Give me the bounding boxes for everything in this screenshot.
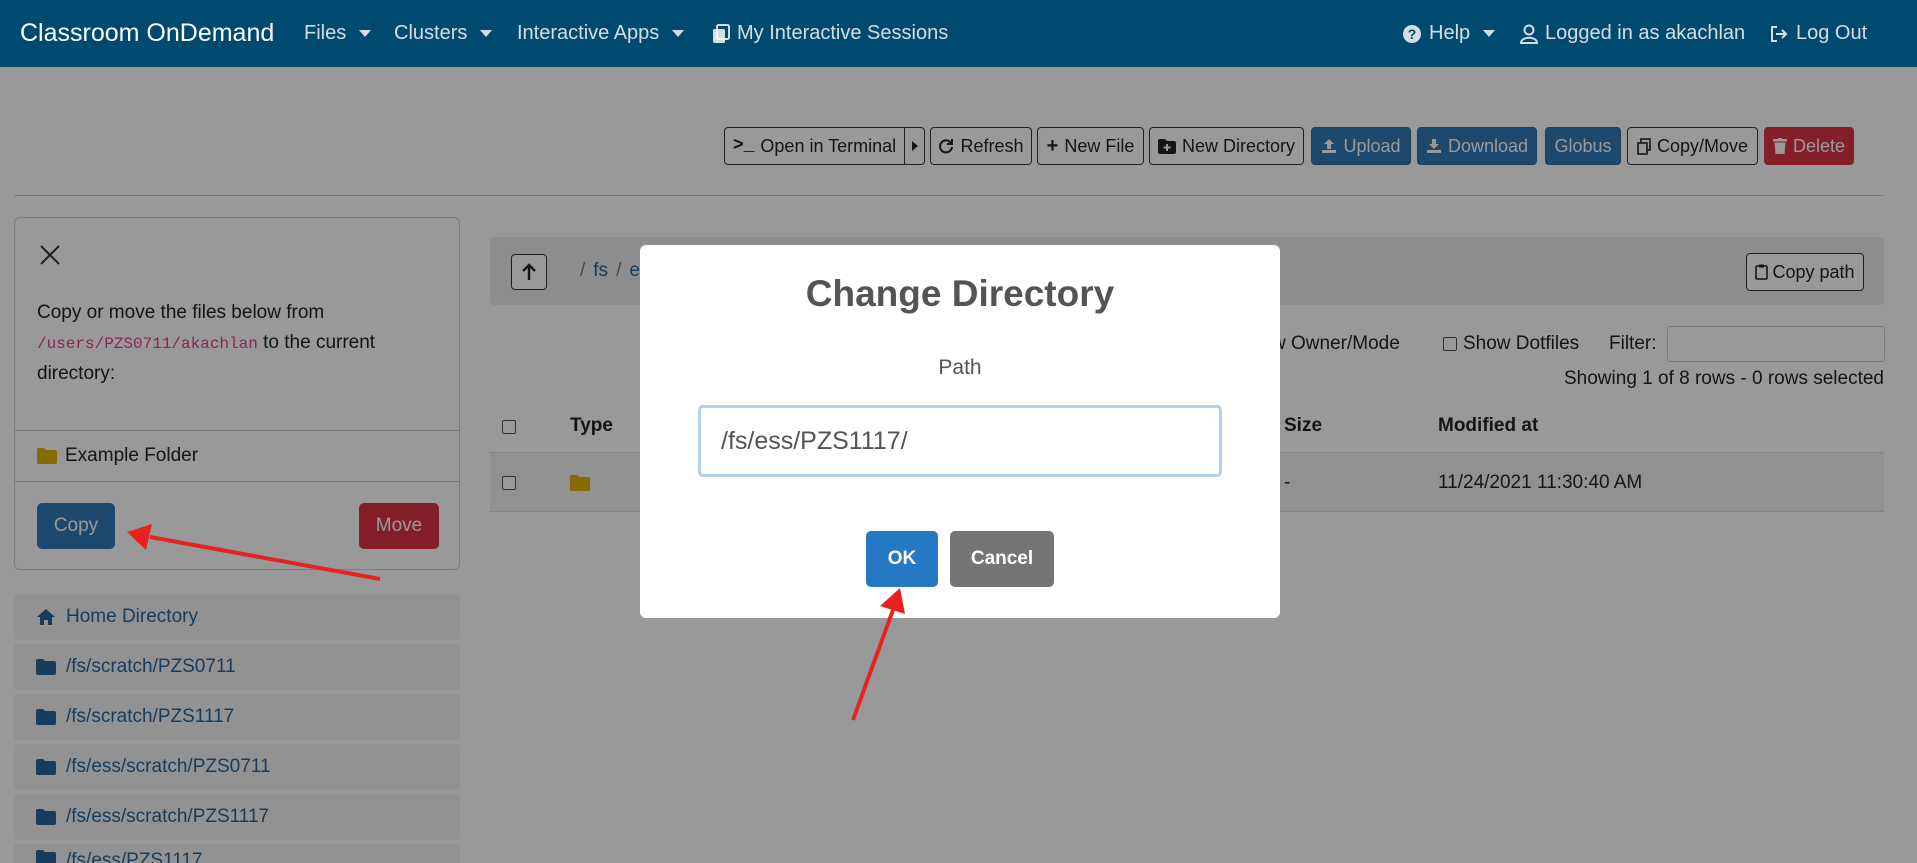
brand-link[interactable]: Classroom OnDemand (20, 0, 274, 67)
cancel-button[interactable]: Cancel (950, 531, 1054, 587)
clusters-menu[interactable]: Clusters (394, 0, 493, 67)
logout-link[interactable]: Log Out (1769, 0, 1867, 67)
my-sessions-link[interactable]: My Interactive Sessions (712, 0, 948, 67)
user-label: Logged in as akachlan (1545, 22, 1746, 44)
sign-out-icon (1771, 25, 1788, 42)
help-label: Help (1429, 22, 1471, 44)
path-input[interactable] (698, 405, 1222, 477)
clusters-menu-label: Clusters (394, 22, 468, 44)
help-menu[interactable]: ? Help (1402, 0, 1496, 67)
chevron-down-icon (1483, 30, 1496, 37)
user-info: Logged in as akachlan (1520, 0, 1745, 67)
dialog-title: Change Directory (805, 273, 1115, 314)
question-circle-icon: ? (1403, 24, 1421, 43)
chevron-down-icon (480, 30, 493, 37)
chevron-down-icon (359, 30, 372, 37)
ok-button[interactable]: OK (866, 531, 938, 587)
interactive-apps-label: Interactive Apps (517, 22, 660, 44)
copy-icon (713, 23, 730, 43)
change-directory-dialog: Change Directory Path OK Cancel (640, 245, 1280, 618)
logout-label: Log Out (1796, 22, 1868, 44)
interactive-apps-menu[interactable]: Interactive Apps (517, 0, 685, 67)
top-navbar: Classroom OnDemand Files Clusters Intera… (0, 0, 1917, 67)
files-menu[interactable]: Files (304, 0, 372, 67)
user-icon (1520, 24, 1538, 44)
path-label: Path (938, 356, 982, 379)
svg-text:?: ? (1408, 26, 1417, 42)
chevron-down-icon (672, 30, 685, 37)
files-menu-label: Files (304, 22, 347, 44)
my-sessions-label: My Interactive Sessions (737, 22, 949, 44)
